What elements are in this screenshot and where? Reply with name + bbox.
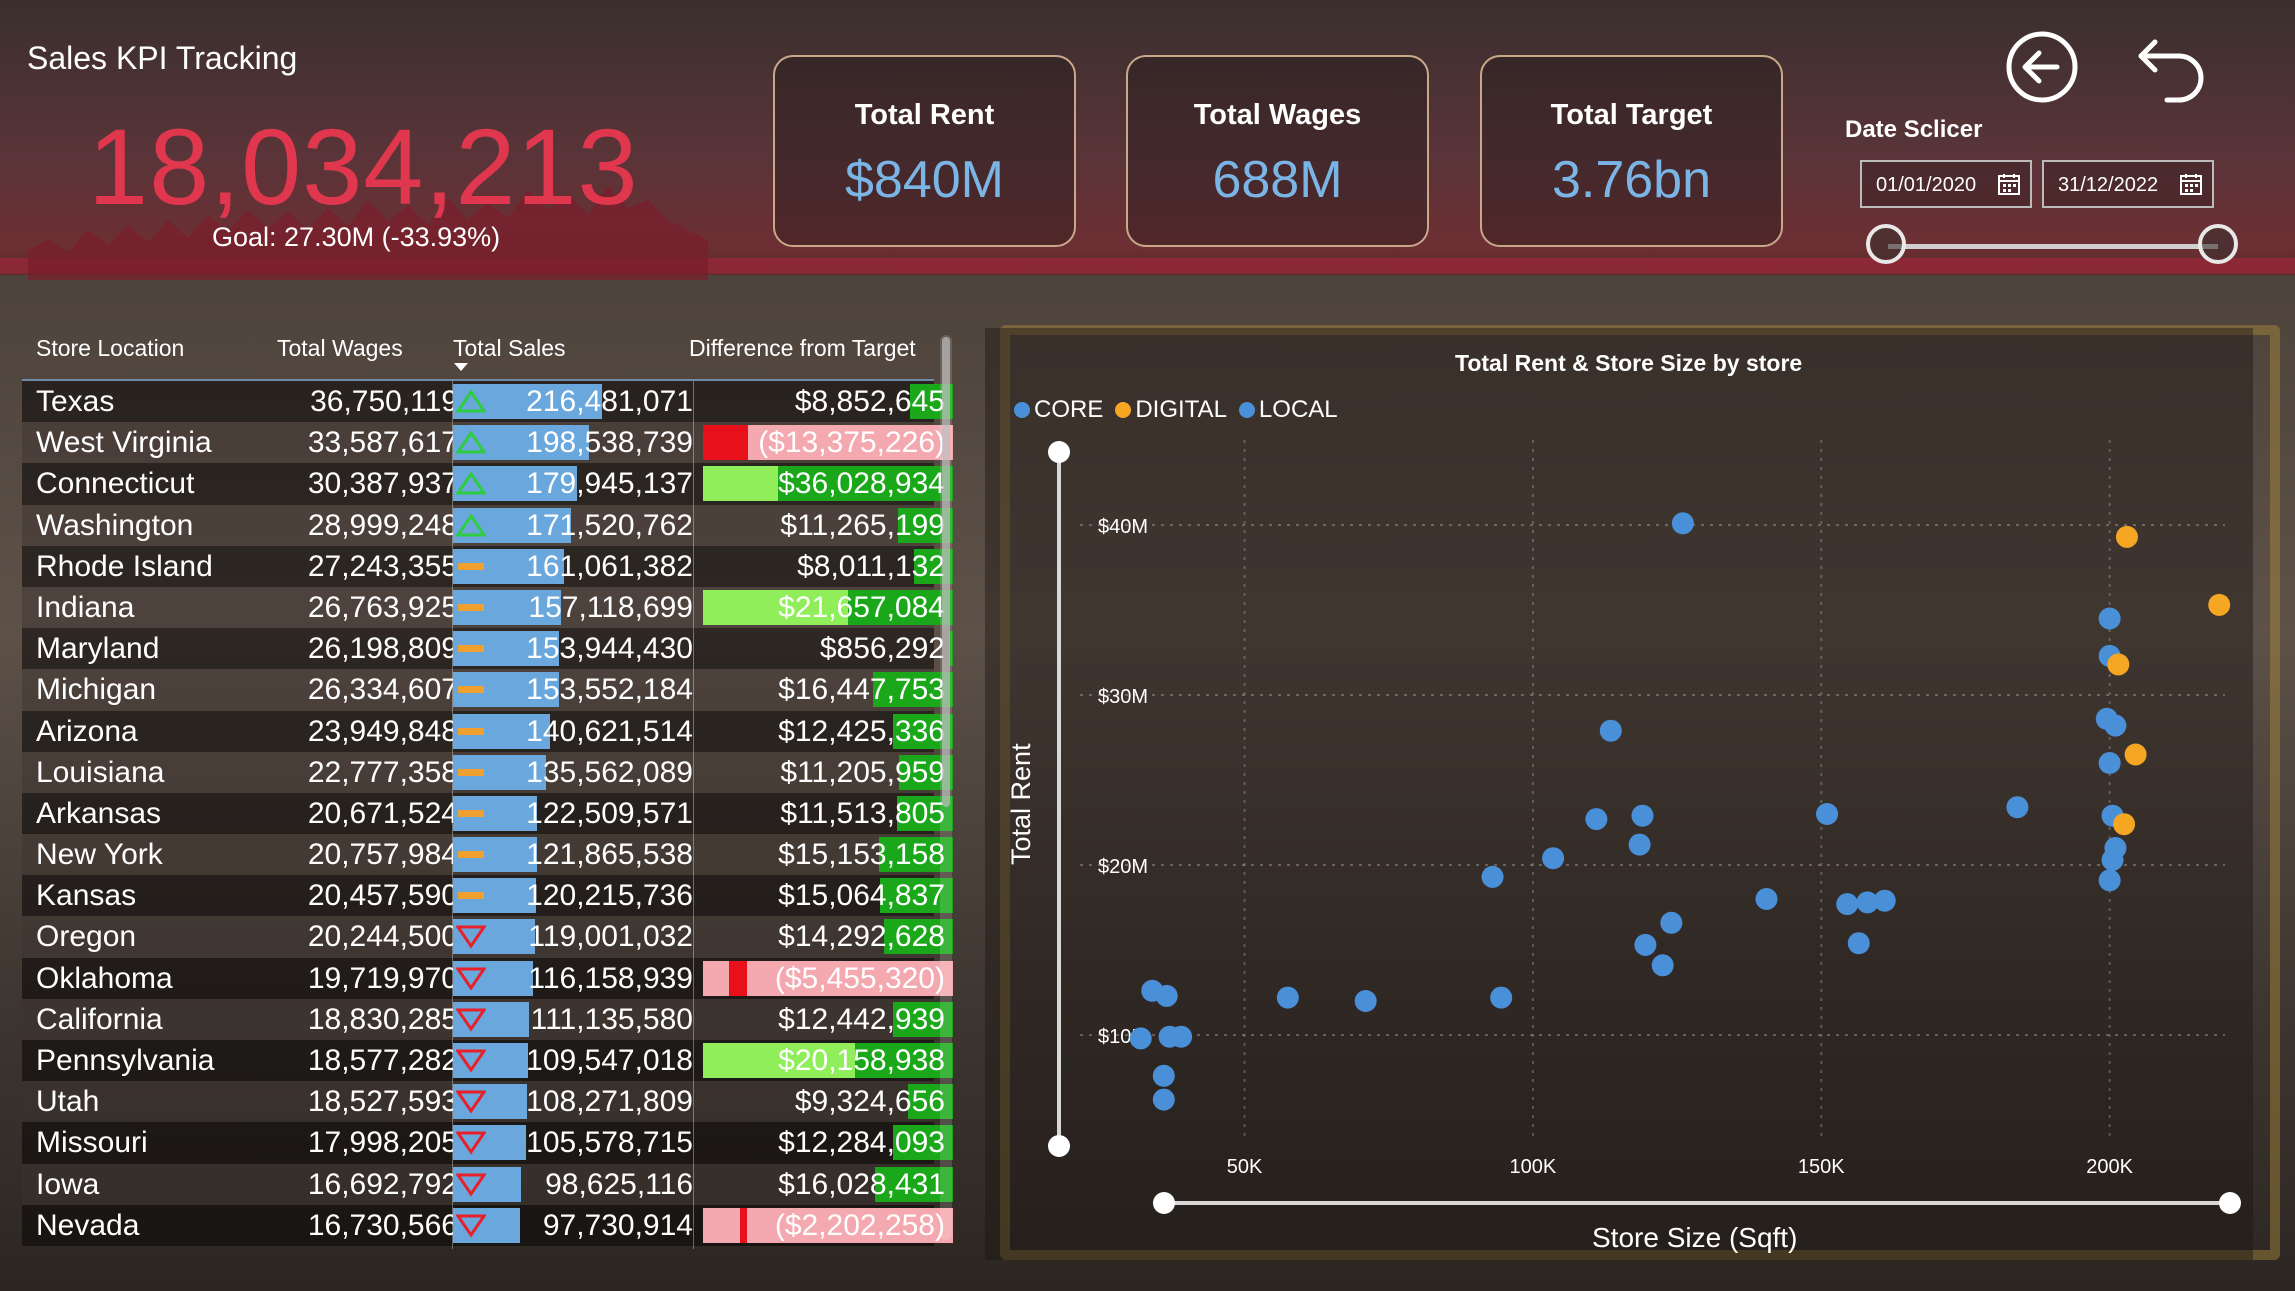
data-point-digital[interactable] <box>2208 593 2231 616</box>
data-point-digital[interactable] <box>2113 813 2136 836</box>
data-point-digital[interactable] <box>2115 525 2138 548</box>
data-point-core[interactable] <box>1816 803 1839 825</box>
data-point-core[interactable] <box>1651 954 1674 977</box>
data-point-core[interactable] <box>1660 911 1683 934</box>
data-point-core[interactable] <box>2006 796 2029 819</box>
x-tick-label: 100K <box>1510 1156 1557 1178</box>
data-point-core[interactable] <box>1129 1027 1152 1050</box>
data-point-core[interactable] <box>1671 512 1694 535</box>
data-point-core[interactable] <box>2101 848 2124 871</box>
y-tick-label: $30M <box>1098 686 1148 708</box>
x-zoom-slider-handle[interactable] <box>1153 1192 1175 1214</box>
data-point-core[interactable] <box>2098 869 2121 892</box>
data-point-core[interactable] <box>1152 1088 1175 1111</box>
data-point-core[interactable] <box>1873 889 1896 912</box>
data-point-core[interactable] <box>1585 808 1608 831</box>
y-tick-label: $40M <box>1098 516 1148 538</box>
data-point-digital[interactable] <box>2107 653 2130 676</box>
data-point-core[interactable] <box>2098 752 2121 774</box>
y-tick-label: $20M <box>1098 856 1148 878</box>
data-point-core[interactable] <box>1631 804 1654 827</box>
data-point-core[interactable] <box>1490 986 1513 1009</box>
data-point-core[interactable] <box>1634 933 1657 956</box>
data-point-core[interactable] <box>1847 932 1870 955</box>
scatter-plot: $10M$20M$30M$40M50K 100K 150K 200K <box>1048 440 2241 1214</box>
data-point-core[interactable] <box>1628 833 1651 856</box>
data-point-core[interactable] <box>1276 986 1299 1009</box>
data-point-core[interactable] <box>1354 990 1377 1012</box>
x-tick-label: 150K <box>1798 1156 1845 1178</box>
data-point-core[interactable] <box>1155 984 1178 1007</box>
data-point-core[interactable] <box>2104 714 2127 737</box>
data-point-core[interactable] <box>1755 888 1778 910</box>
y-zoom-slider-handle[interactable] <box>1048 1135 1070 1157</box>
y-zoom-slider-handle[interactable] <box>1048 441 1070 463</box>
data-point-core[interactable] <box>1152 1064 1175 1087</box>
data-point-core[interactable] <box>1836 893 1859 916</box>
data-point-core[interactable] <box>1170 1025 1193 1048</box>
x-tick-label: 200K <box>2086 1156 2133 1178</box>
data-point-core[interactable] <box>2098 607 2121 630</box>
data-point-core[interactable] <box>1542 847 1565 870</box>
x-tick-label: 50K <box>1227 1156 1263 1178</box>
data-point-core[interactable] <box>1481 865 1504 888</box>
data-point-digital[interactable] <box>2124 743 2147 766</box>
data-point-core[interactable] <box>1599 719 1622 742</box>
x-zoom-slider-handle[interactable] <box>2219 1192 2241 1214</box>
